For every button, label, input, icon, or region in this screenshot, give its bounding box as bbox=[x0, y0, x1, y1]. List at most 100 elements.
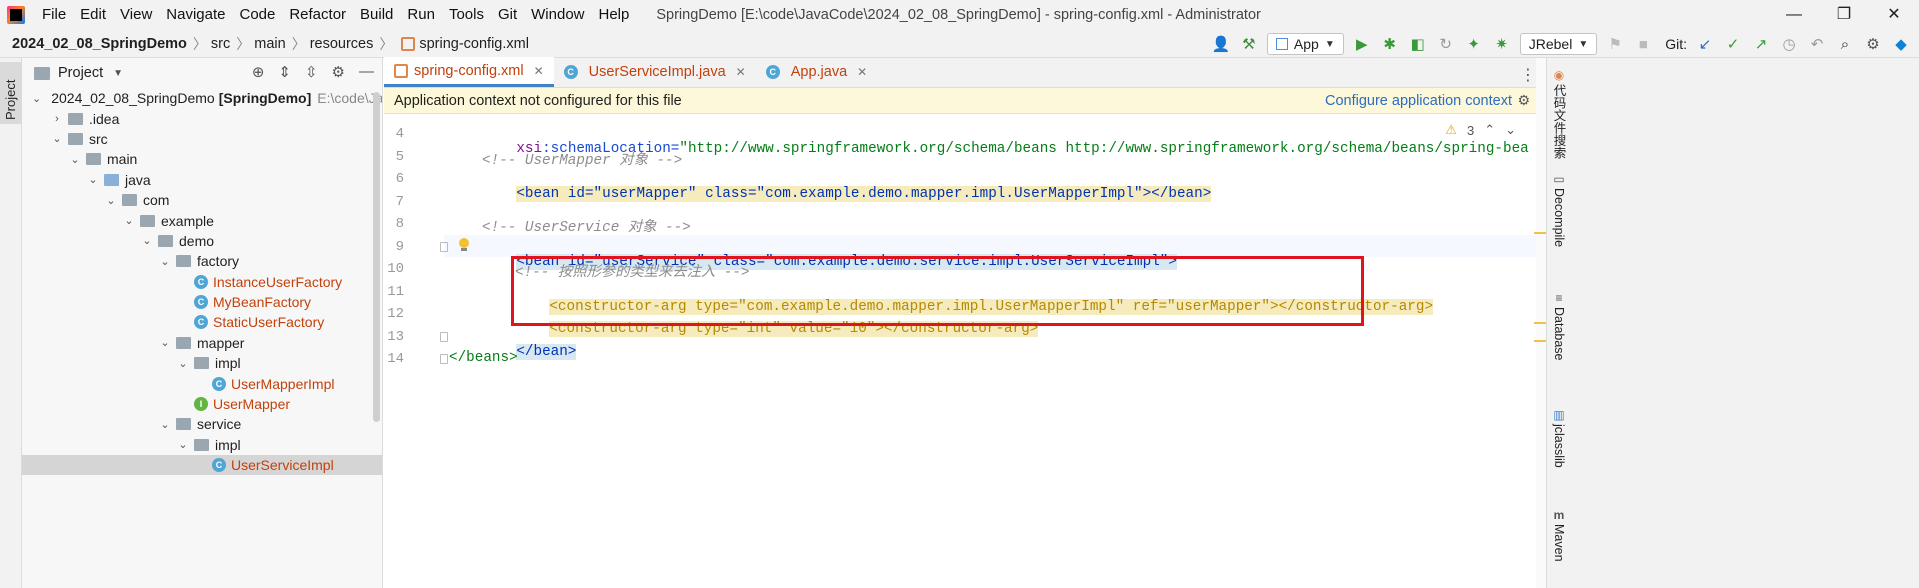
menu-refactor[interactable]: Refactor bbox=[282, 0, 353, 30]
chevron-down-icon[interactable]: ⌄ bbox=[1505, 122, 1516, 138]
menu-help[interactable]: Help bbox=[592, 0, 637, 30]
tree-row-mapper[interactable]: ⌄ mapper bbox=[22, 333, 382, 353]
jrebel-run-icon[interactable]: ✦ bbox=[1464, 34, 1484, 54]
tree-row-com[interactable]: ⌄ com bbox=[22, 190, 382, 210]
fold-marker-icon[interactable] bbox=[440, 242, 448, 252]
tree-row-staticuserfactory[interactable]: C StaticUserFactory bbox=[22, 312, 382, 332]
menu-build[interactable]: Build bbox=[353, 0, 400, 30]
chevron-right-icon[interactable]: › bbox=[50, 113, 64, 125]
warning-stripe-mark[interactable] bbox=[1534, 232, 1546, 234]
close-tab-icon[interactable]: ✕ bbox=[857, 65, 867, 79]
maven-tool[interactable]: m Maven bbox=[1549, 508, 1569, 562]
settings-gear-icon[interactable]: ⚙ bbox=[1863, 34, 1883, 54]
breadcrumb-resources[interactable]: resources bbox=[306, 36, 374, 52]
git-rollback-icon[interactable]: ↶ bbox=[1807, 34, 1827, 54]
run-icon[interactable]: ▶ bbox=[1352, 34, 1372, 54]
tree-row-factory[interactable]: ⌄ factory bbox=[22, 251, 382, 271]
menu-navigate[interactable]: Navigate bbox=[159, 0, 232, 30]
project-panel-title[interactable]: Project bbox=[58, 65, 103, 81]
menu-edit[interactable]: Edit bbox=[73, 0, 113, 30]
chevron-down-icon[interactable]: ⌄ bbox=[176, 438, 190, 451]
minimize-button[interactable]: — bbox=[1769, 0, 1819, 30]
jrebel-debug-icon[interactable]: ✷ bbox=[1492, 34, 1512, 54]
chevron-down-icon[interactable]: ▼ bbox=[113, 68, 123, 79]
menu-git[interactable]: Git bbox=[491, 0, 524, 30]
search-icon[interactable]: ⌕ bbox=[1835, 34, 1855, 54]
close-button[interactable]: ✕ bbox=[1869, 0, 1919, 30]
tree-row-impl[interactable]: ⌄ impl bbox=[22, 435, 382, 455]
inspection-widget[interactable]: ⚠ 3 ⌃ ⌄ bbox=[1445, 122, 1516, 138]
tree-row-src[interactable]: ⌄ src bbox=[22, 129, 382, 149]
chevron-down-icon[interactable]: ⌄ bbox=[68, 153, 82, 166]
git-commit-icon[interactable]: ✓ bbox=[1723, 34, 1743, 54]
tree-row-usermapperimpl[interactable]: C UserMapperImpl bbox=[22, 373, 382, 393]
more-tabs-icon[interactable]: ⋮ bbox=[1520, 65, 1536, 85]
tab-spring-config-xml[interactable]: spring-config.xml ✕ bbox=[384, 57, 554, 87]
git-history-icon[interactable]: ◷ bbox=[1779, 34, 1799, 54]
tree-row-demo[interactable]: ⌄ demo bbox=[22, 231, 382, 251]
breadcrumb-file[interactable]: spring-config.xml bbox=[415, 36, 529, 52]
menu-tools[interactable]: Tools bbox=[442, 0, 491, 30]
tab-app-java[interactable]: C App.java ✕ bbox=[756, 57, 878, 87]
tree-row-java[interactable]: ⌄ java bbox=[22, 170, 382, 190]
fold-marker-icon[interactable] bbox=[440, 354, 448, 364]
menu-file[interactable]: File bbox=[35, 0, 73, 30]
configure-context-link[interactable]: Configure application context bbox=[1325, 93, 1512, 109]
tree-row-2024-02-08-springdemo[interactable]: ⌄ 2024_02_08_SpringDemo [SpringDemo] E:\cod… bbox=[22, 88, 382, 108]
tree-row-userserviceimpl[interactable]: C UserServiceImpl bbox=[22, 455, 382, 476]
options-gear-icon[interactable]: ⚙ bbox=[332, 63, 345, 81]
chevron-down-icon[interactable]: ⌄ bbox=[158, 418, 172, 431]
chevron-down-icon[interactable]: ⌄ bbox=[104, 194, 118, 207]
menu-view[interactable]: View bbox=[113, 0, 159, 30]
tree-row-impl[interactable]: ⌄ impl bbox=[22, 353, 382, 373]
code-editor[interactable]: 4 5 6 7 8 9 10 11 12 13 14 xsi:schemaLoc… bbox=[384, 114, 1536, 588]
menu-window[interactable]: Window bbox=[524, 0, 591, 30]
warning-stripe-mark[interactable] bbox=[1534, 322, 1546, 324]
coverage-icon[interactable]: ◧ bbox=[1408, 34, 1428, 54]
maximize-button[interactable]: ❐ bbox=[1819, 0, 1869, 30]
tree-row-service[interactable]: ⌄ service bbox=[22, 414, 382, 434]
git-push-icon[interactable]: ↗ bbox=[1751, 34, 1771, 54]
tree-row-main[interactable]: ⌄ main bbox=[22, 149, 382, 169]
chevron-up-icon[interactable]: ⌃ bbox=[1484, 122, 1495, 138]
breadcrumb-src[interactable]: src bbox=[207, 36, 230, 52]
warning-stripe-mark[interactable] bbox=[1534, 340, 1546, 342]
project-tree-scrollbar[interactable] bbox=[373, 92, 380, 422]
chevron-down-icon[interactable]: ⌄ bbox=[176, 357, 190, 370]
user-account-icon[interactable]: 👤 bbox=[1211, 34, 1231, 54]
chevron-down-icon[interactable]: ⌄ bbox=[158, 255, 172, 268]
expand-all-icon[interactable]: ⇕ bbox=[278, 63, 291, 81]
tree-row-instanceuserfactory[interactable]: C InstanceUserFactory bbox=[22, 272, 382, 292]
run-config-select[interactable]: App ▼ bbox=[1266, 33, 1344, 55]
fold-marker-icon[interactable] bbox=[440, 332, 448, 342]
tree-row-usermapper[interactable]: I UserMapper bbox=[22, 394, 382, 414]
collapse-all-icon[interactable]: ⇳ bbox=[305, 63, 318, 81]
chevron-down-icon[interactable]: ⌄ bbox=[86, 173, 100, 186]
breadcrumb-project[interactable]: 2024_02_08_SpringDemo bbox=[0, 36, 187, 52]
attach-icon[interactable]: ⚑ bbox=[1605, 34, 1625, 54]
menu-run[interactable]: Run bbox=[400, 0, 442, 30]
banner-settings-gear-icon[interactable]: ⚙ bbox=[1517, 92, 1530, 109]
chevron-down-icon[interactable]: ⌄ bbox=[50, 132, 64, 145]
breadcrumb-main[interactable]: main bbox=[250, 36, 285, 52]
build-hammer-icon[interactable]: ⚒ bbox=[1239, 34, 1259, 54]
decompile-tool[interactable]: ▭ Decompile bbox=[1549, 172, 1569, 247]
chevron-down-icon[interactable]: ⌄ bbox=[32, 92, 41, 105]
close-tab-icon[interactable]: ✕ bbox=[736, 65, 746, 79]
debug-icon[interactable]: ✱ bbox=[1380, 34, 1400, 54]
jrebel-select[interactable]: JRebel ▼ bbox=[1519, 33, 1598, 55]
database-tool[interactable]: ≡ Database bbox=[1549, 291, 1569, 361]
chevron-down-icon[interactable]: ⌄ bbox=[158, 336, 172, 349]
hide-panel-icon[interactable]: — bbox=[359, 63, 374, 81]
toolbox-icon[interactable]: ◆ bbox=[1891, 34, 1911, 54]
menu-code[interactable]: Code bbox=[232, 0, 282, 30]
tree-row-mybeanfactory[interactable]: C MyBeanFactory bbox=[22, 292, 382, 312]
chevron-down-icon[interactable]: ⌄ bbox=[140, 234, 154, 247]
locate-file-icon[interactable]: ⊕ bbox=[252, 63, 265, 81]
tree-row-example[interactable]: ⌄ example bbox=[22, 210, 382, 230]
tree-row--idea[interactable]: › .idea bbox=[22, 108, 382, 128]
code-search-tool[interactable]: ◉ 代码文件搜索 bbox=[1549, 68, 1569, 159]
close-tab-icon[interactable]: ✕ bbox=[534, 64, 544, 78]
jclasslib-tool[interactable]: ▥ jclasslib bbox=[1549, 408, 1569, 468]
tab-userserviceimpl-java[interactable]: C UserServiceImpl.java ✕ bbox=[554, 57, 756, 87]
